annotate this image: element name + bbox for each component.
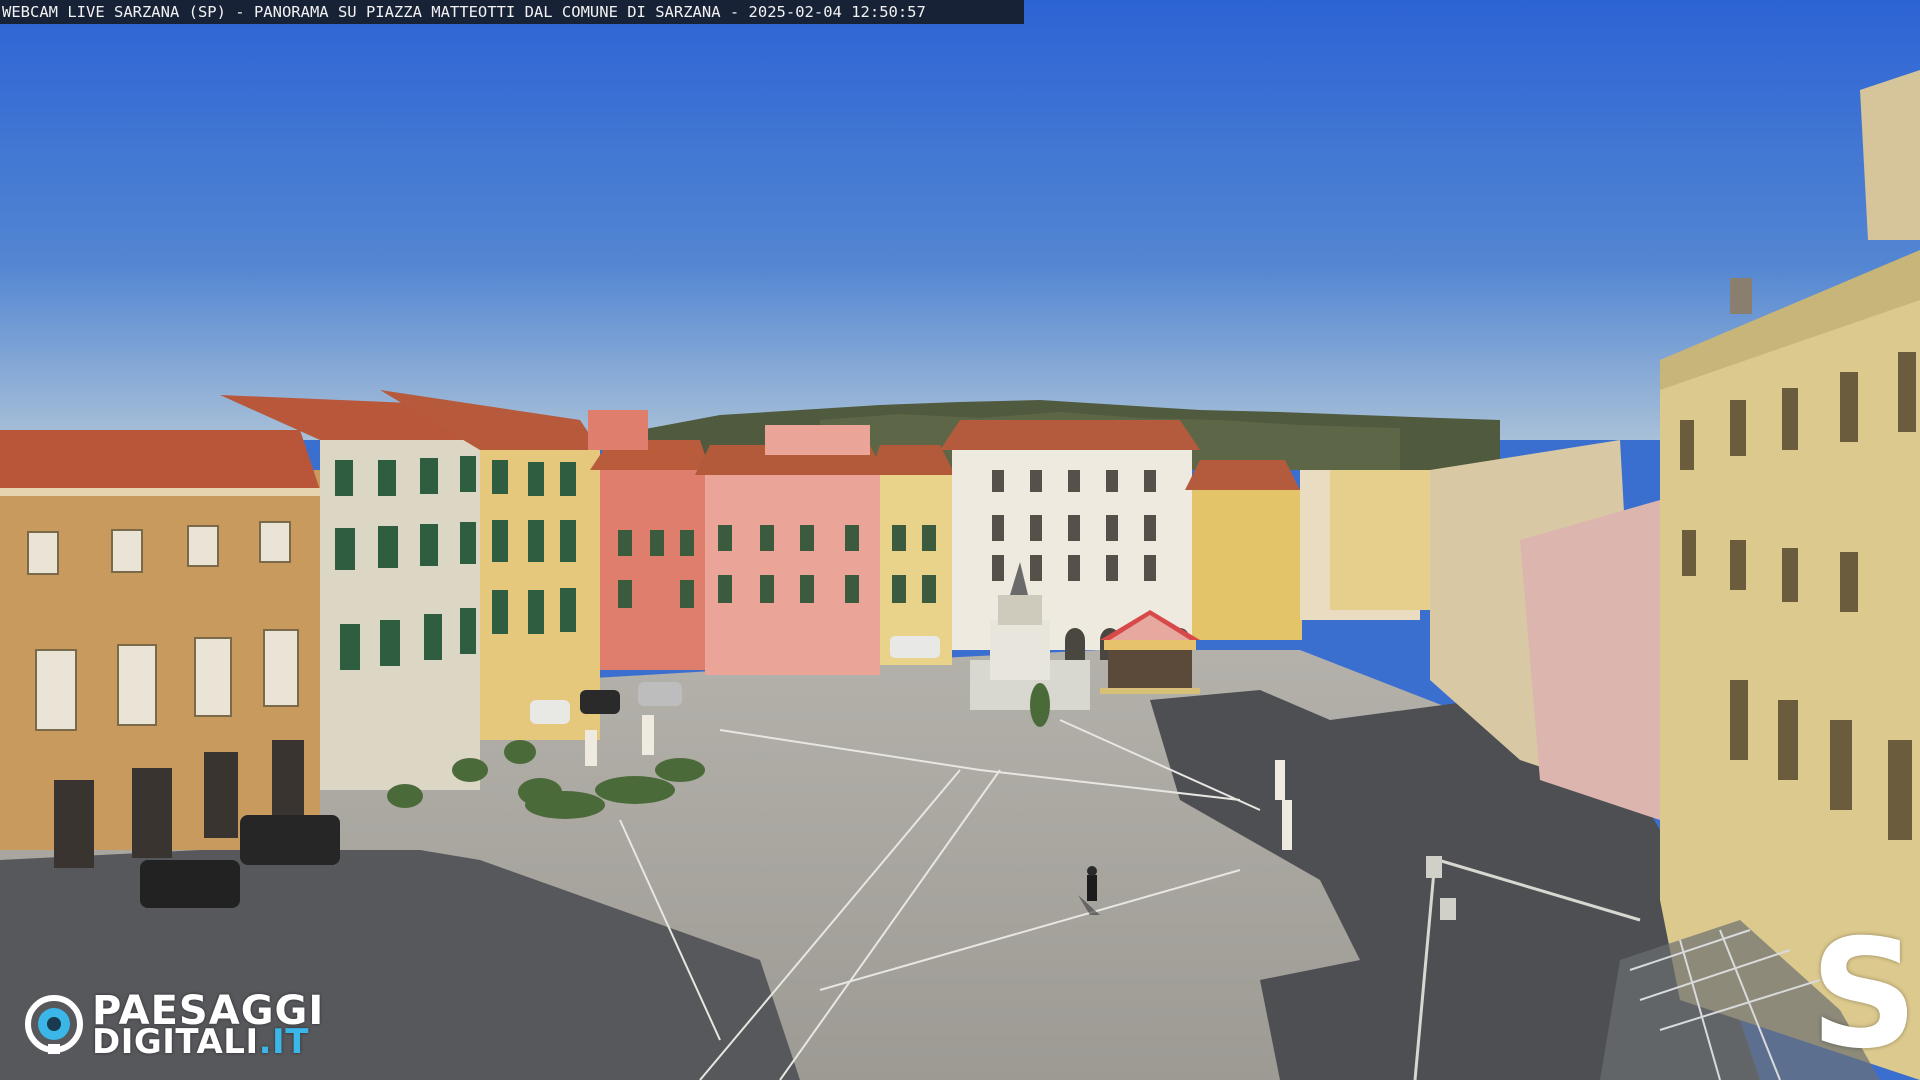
eye-logo-icon — [25, 995, 83, 1054]
webcam-caption: WEBCAM LIVE SARZANA (SP) - PANORAMA SU P… — [0, 0, 1024, 24]
brand-name-main: DIGITALI — [92, 1022, 259, 1062]
webcam-frame: WEBCAM LIVE SARZANA (SP) - PANORAMA SU P… — [0, 0, 1920, 1080]
building-salmon — [600, 470, 705, 670]
brand-name-line2: DIGITALI.IT — [92, 1022, 309, 1062]
sky — [0, 0, 1920, 440]
corner-s-logo: S — [1810, 908, 1919, 1080]
brand-name-suffix: .IT — [258, 1022, 309, 1062]
building-yellow-center — [1192, 490, 1302, 640]
piazza-scene — [0, 0, 1920, 1080]
brand-watermark: PAESAGGI DIGITALI.IT — [24, 988, 334, 1062]
